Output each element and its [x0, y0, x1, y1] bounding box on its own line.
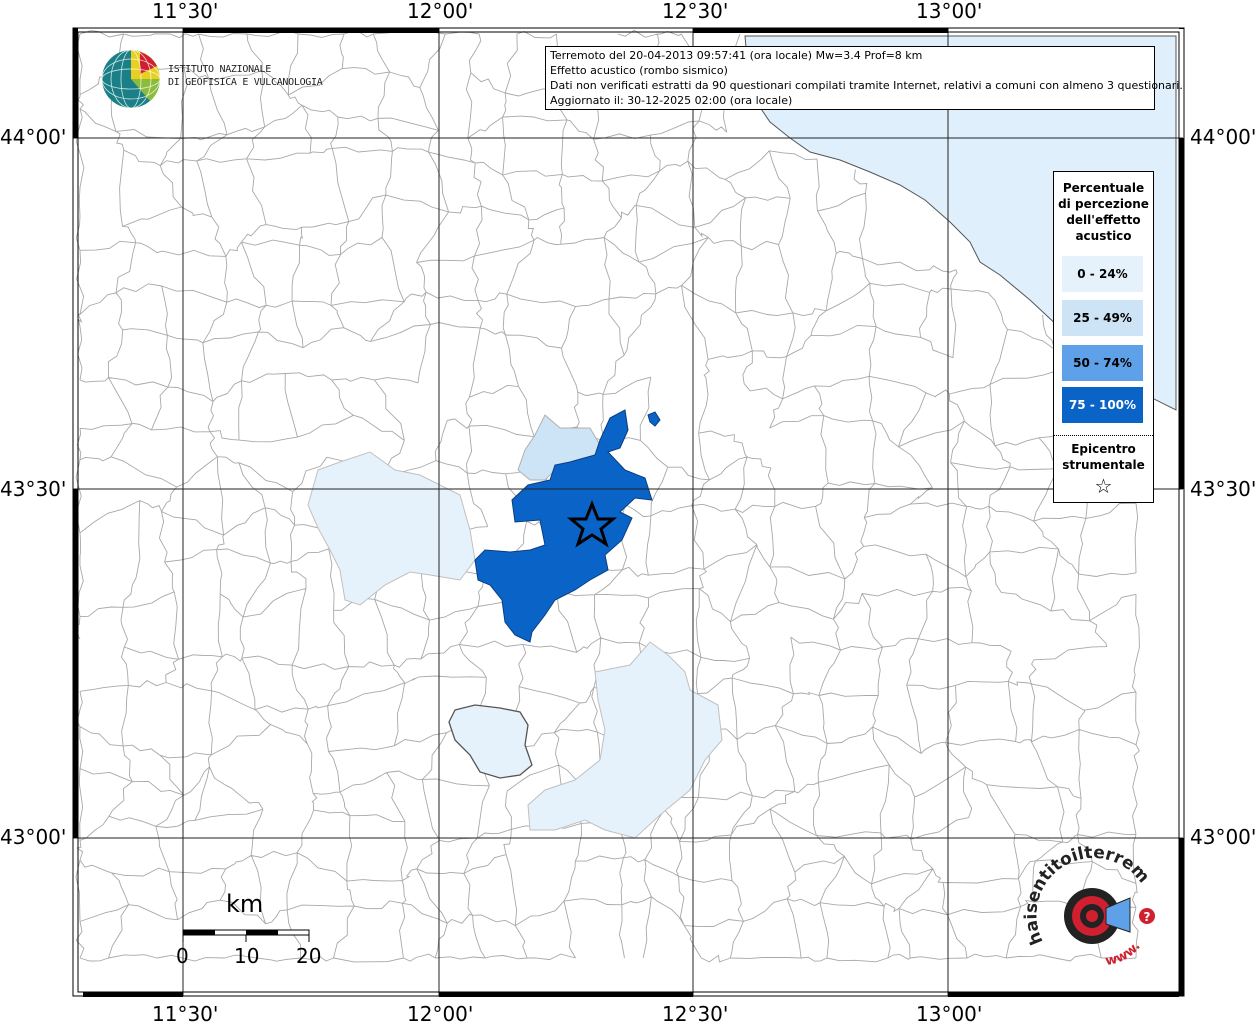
legend-class-0-24: 0 - 24% [1062, 256, 1143, 292]
legend-title-line-4: acustico [1075, 229, 1132, 243]
scale-tick-10: 10 [234, 944, 260, 968]
region-class-0-24-south [448, 704, 533, 779]
event-info-box: Terremoto del 20-04-2013 09:57:41 (ora l… [545, 46, 1183, 110]
lat-label-right-1: 44°00' [1190, 125, 1256, 149]
lon-label-bottom-3: 12°30' [662, 1002, 729, 1026]
lon-label-bottom-4: 13°00' [916, 1002, 983, 1026]
legend-title-line-1: Percentuale [1062, 181, 1145, 195]
lon-label-top-2: 12°00' [407, 0, 474, 23]
legend-class-50-74: 50 - 74% [1062, 345, 1143, 381]
event-info-line-1: Terremoto del 20-04-2013 09:57:41 (ora l… [550, 49, 923, 62]
lon-label-bottom-1: 11°30' [152, 1002, 219, 1026]
region-class-75-100-small [647, 411, 661, 427]
legend-title: Percentuale di percezione dell'effetto a… [1054, 180, 1153, 244]
lat-label-right-2: 43°30' [1190, 477, 1256, 501]
site-logo-url-text: www. [1104, 939, 1144, 969]
lat-label-right-3: 43°00' [1190, 825, 1256, 849]
event-info-line-3: Dati non verificati estratti da 90 quest… [550, 79, 1183, 92]
lat-label-left-3: 43°00' [0, 825, 67, 849]
lon-label-top-3: 12°30' [662, 0, 729, 23]
scale-bar [182, 929, 310, 942]
legend-epicenter-label: Epicentro strumentale [1054, 441, 1153, 473]
svg-text:?: ? [1144, 910, 1151, 924]
legend-title-line-3: dell'effetto [1066, 213, 1141, 227]
scale-tick-0: 0 [176, 944, 189, 968]
event-info-line-2: Effetto acustico (rombo sismico) [550, 64, 728, 77]
event-info-line-4: Aggiornato il: 30-12-2025 02:00 (ora loc… [550, 94, 793, 107]
lon-label-top-4: 13°00' [916, 0, 983, 23]
legend: Percentuale di percezione dell'effetto a… [1053, 171, 1154, 503]
ingv-logo-icon [101, 49, 161, 109]
legend-separator [1054, 435, 1153, 436]
legend-epicenter-line-1: Epicentro [1071, 442, 1136, 456]
lon-label-bottom-2: 12°00' [407, 1002, 474, 1026]
institute-logo-text: ISTITUTO NAZIONALE DI GEOFISICA E VULCAN… [168, 63, 323, 89]
legend-title-line-2: di percezione [1058, 197, 1149, 211]
region-class-0-24-west [307, 451, 476, 606]
scale-unit-label: km [226, 890, 264, 918]
institute-logo-line-1: ISTITUTO NAZIONALE [168, 64, 271, 75]
svg-text:www.: www. [1104, 939, 1144, 969]
lon-label-top-1: 11°30' [152, 0, 219, 23]
lat-label-left-2: 43°30' [0, 477, 67, 501]
legend-star-icon: ☆ [1094, 474, 1113, 498]
scale-tick-20: 20 [296, 944, 322, 968]
legend-epicenter-line-2: strumentale [1062, 458, 1145, 472]
legend-class-25-49: 25 - 49% [1062, 300, 1143, 336]
lat-label-left-1: 44°00' [0, 125, 67, 149]
legend-class-75-100: 75 - 100% [1062, 387, 1143, 423]
institute-logo-line-2: DI GEOFISICA E VULCANOLOGIA [168, 77, 323, 88]
intensity-map: ? haisentitoilterremoto.it www. [0, 0, 1185, 997]
